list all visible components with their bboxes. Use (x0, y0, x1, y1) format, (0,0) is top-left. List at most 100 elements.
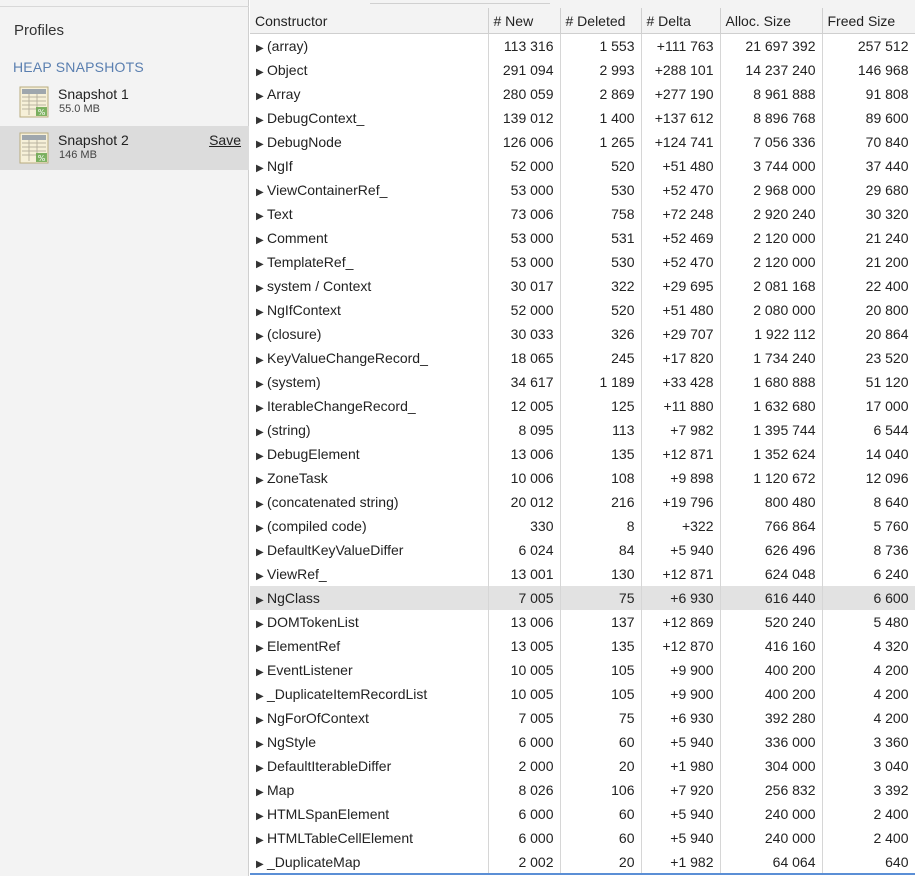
triangle-right-icon[interactable]: ▶ (256, 523, 267, 534)
table-row[interactable]: ▶ DebugContext_ 139 012 1 400 +137 612 8 896 … (250, 106, 915, 130)
triangle-right-icon[interactable]: ▶ (256, 331, 267, 342)
triangle-right-icon[interactable]: ▶ (256, 187, 267, 198)
table-row[interactable]: ▶ HTMLSpanElement 6 000 60 +5 940 240 000 2 40… (250, 802, 915, 826)
table-row[interactable]: ▶ (concatenated string) 20 012 216 +19 796 80… (250, 490, 915, 514)
cell-constructor: ▶ IterableChangeRecord_ (250, 394, 489, 418)
cell-deleted: 245 (560, 346, 642, 370)
table-row[interactable]: ▶ NgStyle 6 000 60 +5 940 336 000 3 360 (250, 730, 915, 754)
triangle-right-icon[interactable]: ▶ (256, 307, 267, 318)
table-row[interactable]: ▶ NgIf 52 000 520 +51 480 3 744 000 37 440 (250, 154, 915, 178)
triangle-right-icon[interactable]: ▶ (256, 115, 267, 126)
cell-delta: +12 870 (641, 634, 721, 658)
column-header-delta[interactable]: # Delta (641, 8, 721, 34)
triangle-right-icon[interactable]: ▶ (256, 859, 267, 870)
triangle-right-icon[interactable]: ▶ (256, 499, 267, 510)
triangle-right-icon[interactable]: ▶ (256, 163, 267, 174)
column-header-new[interactable]: # New (488, 8, 561, 34)
comparison-data-grid[interactable]: Constructor # New # Deleted # Delta Allo… (250, 8, 915, 876)
triangle-right-icon[interactable]: ▶ (256, 667, 267, 678)
triangle-right-icon[interactable]: ▶ (256, 355, 267, 366)
cell-constructor: ▶ EventListener (250, 658, 489, 682)
triangle-right-icon[interactable]: ▶ (256, 211, 267, 222)
table-row[interactable]: ▶ ZoneTask 10 006 108 +9 898 1 120 672 12 096 (250, 466, 915, 490)
cell-deleted: 216 (560, 490, 642, 514)
table-row[interactable]: ▶ NgClass 7 005 75 +6 930 616 440 6 600 (250, 586, 915, 610)
triangle-right-icon[interactable]: ▶ (256, 595, 267, 606)
table-row[interactable]: ▶ system / Context 30 017 322 +29 695 2 081 1… (250, 274, 915, 298)
triangle-right-icon[interactable]: ▶ (256, 739, 267, 750)
table-row[interactable]: ▶ (compiled code) 330 8 +322 766 864 5 760 (250, 514, 915, 538)
cell-new: 113 316 (488, 33, 561, 58)
constructor-name: DebugContext_ (267, 110, 365, 126)
heap-snapshot-icon: % (19, 86, 49, 118)
table-row[interactable]: ▶ DefaultKeyValueDiffer 6 024 84 +5 940 626 4… (250, 538, 915, 562)
triangle-right-icon[interactable]: ▶ (256, 835, 267, 846)
heap-snapshots-section-title: HEAP SNAPSHOTS (13, 59, 144, 75)
table-row[interactable]: ▶ DOMTokenList 13 006 137 +12 869 520 240 5 48… (250, 610, 915, 634)
cell-delta: +17 820 (641, 346, 721, 370)
triangle-right-icon[interactable]: ▶ (256, 643, 267, 654)
table-row[interactable]: ▶ Text 73 006 758 +72 248 2 920 240 30 320 (250, 202, 915, 226)
snapshot-item-1[interactable]: % Snapshot 1 55.0 MB (0, 80, 249, 124)
table-row[interactable]: ▶ Map 8 026 106 +7 920 256 832 3 392 (250, 778, 915, 802)
table-row[interactable]: ▶ ViewRef_ 13 001 130 +12 871 624 048 6 240 (250, 562, 915, 586)
table-row[interactable]: ▶ (string) 8 095 113 +7 982 1 395 744 6 544 (250, 418, 915, 442)
column-header-constructor[interactable]: Constructor (250, 8, 489, 34)
triangle-right-icon[interactable]: ▶ (256, 259, 267, 270)
triangle-right-icon[interactable]: ▶ (256, 427, 267, 438)
triangle-right-icon[interactable]: ▶ (256, 475, 267, 486)
table-row[interactable]: ▶ EventListener 10 005 105 +9 900 400 200 4 20… (250, 658, 915, 682)
table-row[interactable]: ▶ _DuplicateItemRecordList 10 005 105 +9 900… (250, 682, 915, 706)
save-snapshot-link[interactable]: Save (209, 132, 241, 148)
constructor-name: ViewContainerRef_ (267, 182, 388, 198)
cell-constructor: ▶ (string) (250, 418, 489, 442)
table-row[interactable]: ▶ DebugNode 126 006 1 265 +124 741 7 056 336 7… (250, 130, 915, 154)
triangle-right-icon[interactable]: ▶ (256, 91, 267, 102)
table-row[interactable]: ▶ (closure) 30 033 326 +29 707 1 922 112 20 86… (250, 322, 915, 346)
column-header-alloc-size[interactable]: Alloc. Size (720, 8, 823, 34)
table-row[interactable]: ▶ DebugElement 13 006 135 +12 871 1 352 624 14… (250, 442, 915, 466)
table-row[interactable]: ▶ HTMLTableCellElement 6 000 60 +5 940 240 00… (250, 826, 915, 850)
cell-freed-size: 3 392 (822, 778, 915, 802)
table-row[interactable]: ▶ NgIfContext 52 000 520 +51 480 2 080 000 20 … (250, 298, 915, 322)
triangle-right-icon[interactable]: ▶ (256, 403, 267, 414)
cell-deleted: 1 265 (560, 130, 642, 154)
cell-new: 13 006 (488, 610, 561, 634)
triangle-right-icon[interactable]: ▶ (256, 763, 267, 774)
table-row[interactable]: ▶ DefaultIterableDiffer 2 000 20 +1 980 304 0… (250, 754, 915, 778)
table-row[interactable]: ▶ IterableChangeRecord_ 12 005 125 +11 880 1 … (250, 394, 915, 418)
snapshot-item-2[interactable]: % Snapshot 2 146 MB Save (0, 126, 249, 170)
triangle-right-icon[interactable]: ▶ (256, 235, 267, 246)
table-row[interactable]: ▶ _DuplicateMap 2 002 20 +1 982 64 064 640 (250, 850, 915, 874)
table-row[interactable]: ▶ (array) 113 316 1 553 +111 763 21 697 392 25… (250, 33, 915, 58)
triangle-right-icon[interactable]: ▶ (256, 811, 267, 822)
table-row[interactable]: ▶ Comment 53 000 531 +52 469 2 120 000 21 240 (250, 226, 915, 250)
cell-deleted: 125 (560, 394, 642, 418)
table-row[interactable]: ▶ ElementRef 13 005 135 +12 870 416 160 4 320 (250, 634, 915, 658)
triangle-right-icon[interactable]: ▶ (256, 451, 267, 462)
triangle-right-icon[interactable]: ▶ (256, 547, 267, 558)
triangle-right-icon[interactable]: ▶ (256, 715, 267, 726)
table-row[interactable]: ▶ TemplateRef_ 53 000 530 +52 470 2 120 000 21… (250, 250, 915, 274)
column-header-deleted[interactable]: # Deleted (560, 8, 642, 34)
table-row[interactable]: ▶ NgForOfContext 7 005 75 +6 930 392 280 4 200 (250, 706, 915, 730)
table-row[interactable]: ▶ ViewContainerRef_ 53 000 530 +52 470 2 968 … (250, 178, 915, 202)
cell-freed-size: 257 512 (822, 33, 915, 58)
column-header-freed-size[interactable]: Freed Size (822, 8, 915, 34)
cell-alloc-size: 2 081 168 (720, 274, 823, 298)
table-row[interactable]: ▶ KeyValueChangeRecord_ 18 065 245 +17 820 1 … (250, 346, 915, 370)
table-row[interactable]: ▶ (system) 34 617 1 189 +33 428 1 680 888 51 1… (250, 370, 915, 394)
triangle-right-icon[interactable]: ▶ (256, 67, 267, 78)
triangle-right-icon[interactable]: ▶ (256, 571, 267, 582)
cell-constructor: ▶ DebugNode (250, 130, 489, 154)
table-row[interactable]: ▶ Array 280 059 2 869 +277 190 8 961 888 91 80… (250, 82, 915, 106)
triangle-right-icon[interactable]: ▶ (256, 283, 267, 294)
triangle-right-icon[interactable]: ▶ (256, 619, 267, 630)
triangle-right-icon[interactable]: ▶ (256, 691, 267, 702)
triangle-right-icon[interactable]: ▶ (256, 139, 267, 150)
cell-deleted: 758 (560, 202, 642, 226)
triangle-right-icon[interactable]: ▶ (256, 379, 267, 390)
table-row[interactable]: ▶ Object 291 094 2 993 +288 101 14 237 240 146… (250, 58, 915, 82)
triangle-right-icon[interactable]: ▶ (256, 787, 267, 798)
triangle-right-icon[interactable]: ▶ (256, 43, 267, 54)
